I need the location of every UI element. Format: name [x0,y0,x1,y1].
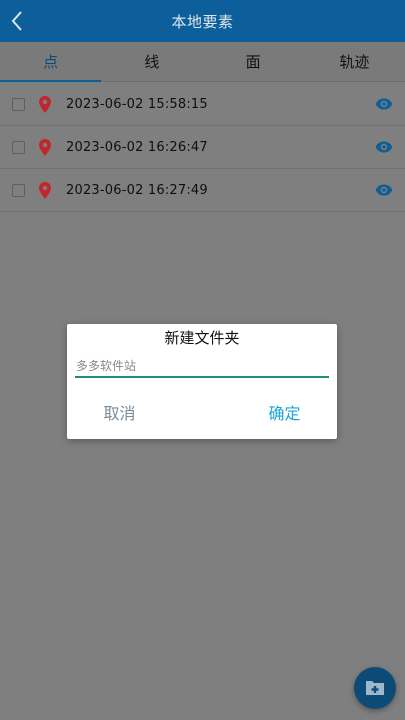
tab-line[interactable]: 线 [101,42,202,81]
tab-bar: 点 线 面 轨迹 [0,42,405,82]
chevron-left-icon[interactable] [6,8,30,34]
new-folder-dialog: 新建文件夹 取消 确定 [67,324,337,439]
add-folder-icon [366,681,384,695]
feature-list: 2023-06-02 15:58:15 2023-06-02 16:26:47 … [0,83,405,212]
item-checkbox[interactable] [12,183,25,197]
cancel-button[interactable]: 取消 [67,400,172,424]
eye-icon[interactable] [375,98,393,110]
folder-name-field[interactable] [75,354,329,378]
confirm-button[interactable]: 确定 [232,400,337,424]
app-header: 本地要素 [0,0,405,42]
tab-polygon[interactable]: 面 [203,42,304,81]
map-pin-icon [39,181,51,199]
eye-icon[interactable] [375,141,393,153]
add-folder-button[interactable] [354,667,396,709]
eye-icon[interactable] [375,184,393,196]
map-pin-icon [39,95,51,113]
tab-track[interactable]: 轨迹 [304,42,405,81]
list-item[interactable]: 2023-06-02 16:27:49 [0,169,405,212]
map-pin-icon [39,138,51,156]
page-title: 本地要素 [171,12,234,31]
folder-name-input[interactable] [75,358,329,372]
item-checkbox[interactable] [12,140,25,154]
list-item[interactable]: 2023-06-02 16:26:47 [0,126,405,169]
tab-point[interactable]: 点 [0,42,102,82]
item-checkbox[interactable] [12,97,25,111]
item-timestamp: 2023-06-02 15:58:15 [66,96,208,112]
item-timestamp: 2023-06-02 16:26:47 [66,139,208,155]
item-timestamp: 2023-06-02 16:27:49 [66,182,208,198]
dialog-title: 新建文件夹 [164,329,240,347]
list-item[interactable]: 2023-06-02 15:58:15 [0,83,405,126]
